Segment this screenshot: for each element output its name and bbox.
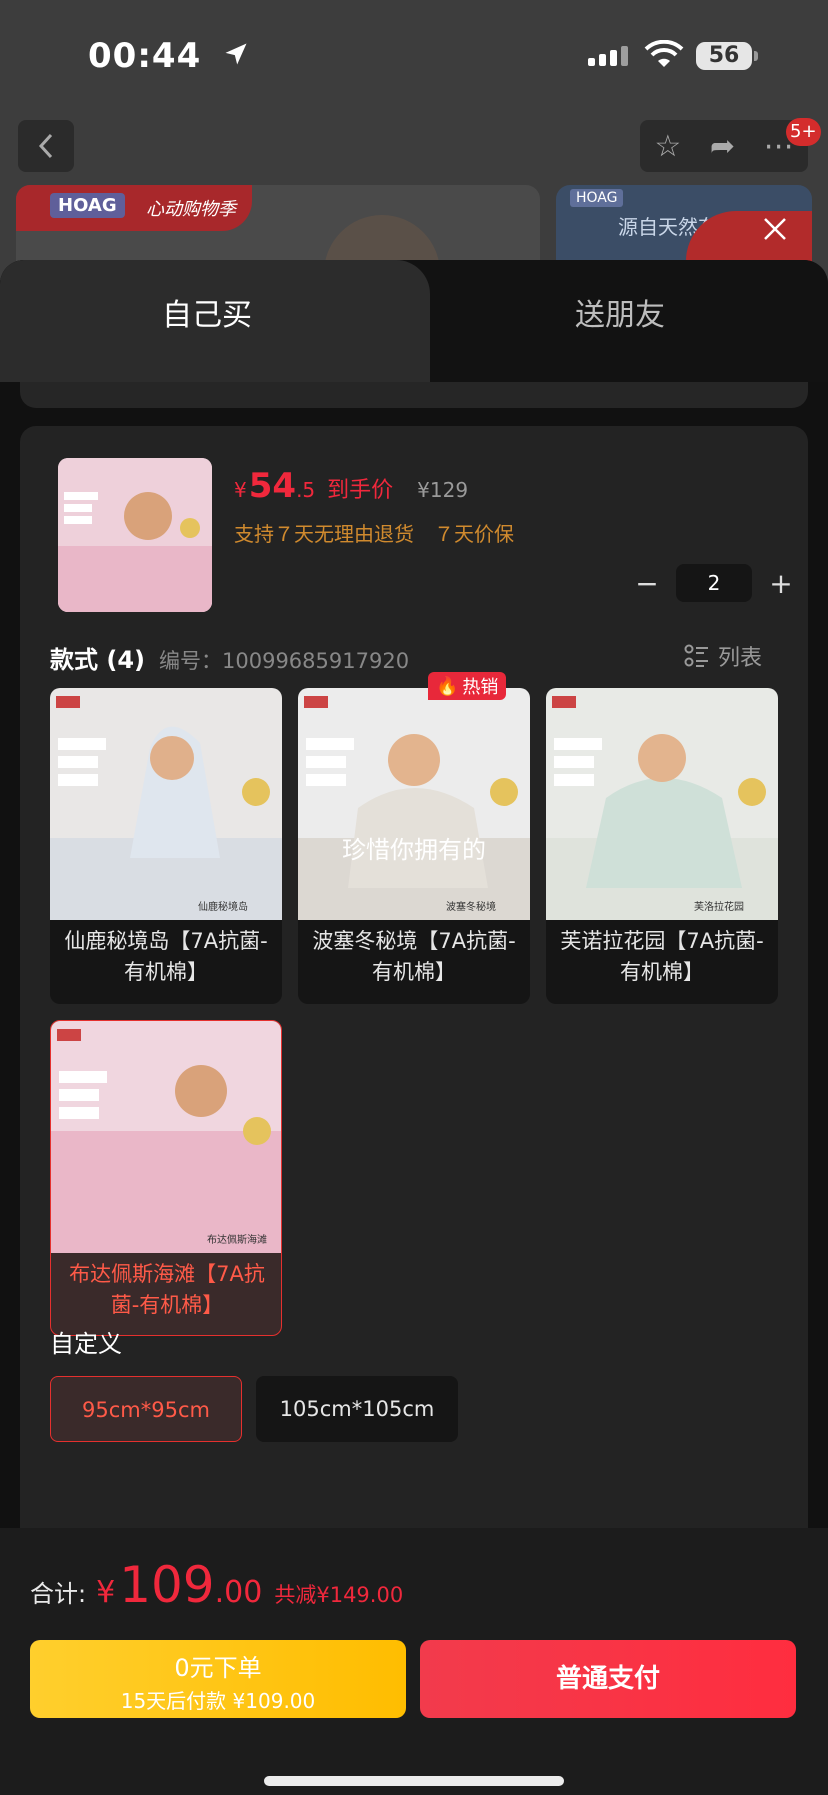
top-actions: ☆ ➦ ⋯ [640, 120, 808, 172]
variant-label: 仙鹿秘境岛【7A抗菌-有机棉】 [64, 929, 268, 984]
star-icon[interactable]: ☆ [654, 129, 681, 164]
chevron-left-icon [38, 133, 53, 159]
total-decimal: .00 [214, 1575, 263, 1610]
bnpl-main-label: 0元下单 [174, 1654, 262, 1682]
top-card [20, 382, 808, 408]
status-bar: 00:44 56 [0, 0, 828, 110]
bnpl-sub-label: 15天后付款 ¥109.00 [120, 1689, 316, 1713]
total-integer: 109 [119, 1556, 215, 1614]
total-currency: ¥ [96, 1575, 116, 1610]
style-title: 款式 (4) [50, 646, 145, 674]
wifi-icon [644, 40, 684, 67]
back-button[interactable] [18, 120, 74, 172]
variant-image: 布达佩斯海滩 [51, 1021, 281, 1253]
battery-tip [754, 51, 758, 61]
purchase-tabs: 自己买 送朋友 [0, 260, 828, 382]
variant-label: 芙诺拉花园【7A抗菌-有机棉】 [560, 929, 764, 984]
checkout-footer: 合计: ¥ 109 .00 共减¥149.00 0元下单 15天后付款 ¥109… [0, 1528, 828, 1795]
product-thumbnail [58, 458, 212, 612]
variant-image: 芙洛拉花园 [546, 688, 778, 920]
svg-text:珍惜你拥有的: 珍惜你拥有的 [342, 836, 486, 864]
home-indicator [264, 1776, 564, 1786]
svg-text:仙鹿秘境岛: 仙鹿秘境岛 [198, 900, 248, 913]
total-discount: 共减¥149.00 [274, 1583, 404, 1607]
variant-image: 珍惜你拥有的 波塞冬秘境 [298, 688, 530, 920]
variant-option[interactable]: 珍惜你拥有的 波塞冬秘境 波塞冬秘境【7A抗菌-有机棉】 [298, 688, 530, 1004]
quantity-stepper: − 2 + [630, 564, 798, 602]
variant-image: 仙鹿秘境岛 [50, 688, 282, 920]
svg-text:波塞冬秘境: 波塞冬秘境 [446, 900, 496, 913]
banner-right-brand: HOAG [570, 189, 624, 207]
flame-icon: 🔥 [436, 675, 459, 697]
buy-now-pay-later-button[interactable]: 0元下单 15天后付款 ¥109.00 [30, 1640, 406, 1718]
list-icon [684, 644, 708, 667]
size-option[interactable]: 105cm*105cm [256, 1376, 458, 1442]
size-option-selected[interactable]: 95cm*95cm [50, 1376, 242, 1442]
list-view-toggle[interactable]: 列表 [684, 640, 762, 672]
pay-button[interactable]: 普通支付 [420, 1640, 796, 1718]
custom-size-title: 自定义 [50, 1330, 122, 1358]
variant-label: 波塞冬秘境【7A抗菌-有机棉】 [312, 929, 516, 984]
tab-label: 自己买 [162, 298, 252, 333]
original-price: ¥129 [417, 478, 469, 502]
share-icon[interactable]: ➦ [710, 129, 735, 164]
price-decimal: .5 [296, 478, 316, 502]
variant-option-selected[interactable]: 布达佩斯海滩 布达佩斯海滩【7A抗菌-有机棉】 [50, 1020, 282, 1336]
hot-sale-badge: 🔥 热销 [428, 672, 507, 700]
quantity-field[interactable]: 2 [676, 564, 752, 602]
decrease-button[interactable]: − [630, 567, 664, 600]
svg-text:芙洛拉花园: 芙洛拉花园 [694, 900, 744, 913]
total-label: 合计: [30, 1580, 87, 1608]
tab-buy-for-self[interactable]: 自己买 [0, 260, 430, 382]
clock: 00:44 [88, 36, 202, 76]
list-label: 列表 [718, 646, 763, 671]
location-arrow-icon [225, 43, 247, 65]
hot-sale-label: 热销 [462, 677, 499, 698]
variant-label: 布达佩斯海滩【7A抗菌-有机棉】 [69, 1262, 265, 1317]
price-integer: 54 [248, 466, 297, 506]
final-price-label: 到手价 [327, 478, 394, 503]
close-icon[interactable] [760, 214, 790, 244]
variant-option[interactable]: 芙洛拉花园 芙诺拉花园【7A抗菌-有机棉】 [546, 688, 778, 1004]
product-code: 编号：10099685917920 [159, 649, 410, 673]
total-row: 合计: ¥ 109 .00 共减¥149.00 [30, 1556, 403, 1614]
tab-gift-friend[interactable]: 送朋友 [440, 290, 800, 334]
style-header: 款式 (4) 编号：10099685917920 [50, 640, 409, 675]
variant-option[interactable]: 仙鹿秘境岛 仙鹿秘境岛【7A抗菌-有机棉】 [50, 688, 282, 1004]
increase-button[interactable]: + [764, 567, 798, 600]
battery-icon: 56 [696, 42, 752, 70]
banner-brand: HOAG [50, 193, 125, 218]
cellular-signal-icon [588, 46, 628, 66]
price-row: ¥ 54 .5 到手价 ¥129 [234, 466, 468, 506]
price-symbol: ¥ [234, 478, 247, 502]
svg-text:布达佩斯海滩: 布达佩斯海滩 [207, 1233, 267, 1246]
banner-slogan: 心动购物季 [146, 199, 236, 220]
notification-badge: 5+ [786, 118, 821, 146]
return-policy: 支持７天无理由退货 ７天价保 [234, 522, 514, 546]
